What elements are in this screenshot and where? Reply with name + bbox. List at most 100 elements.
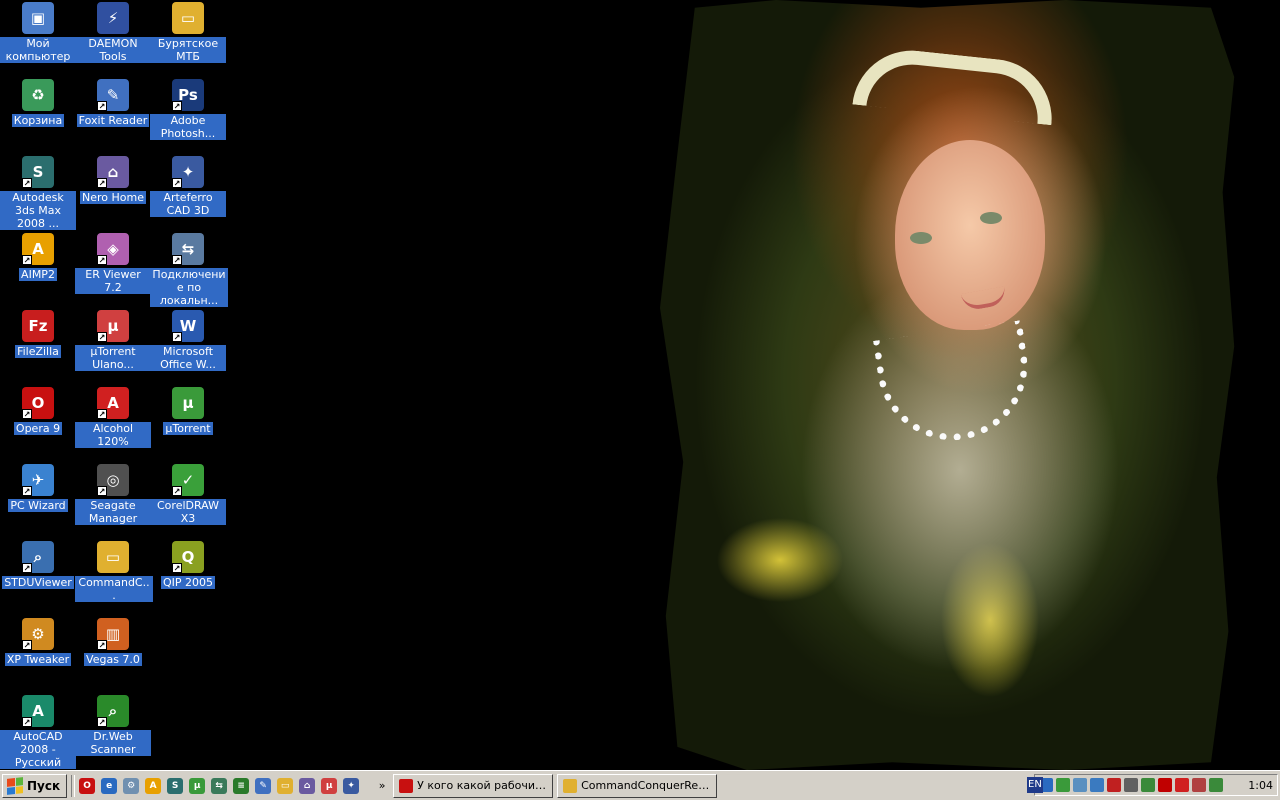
tray-icon[interactable] <box>1090 778 1104 792</box>
wallpaper-eye <box>910 232 932 244</box>
desktop-icon-label: µTorrent <box>163 422 213 435</box>
app-icon: µ ↗ <box>97 310 129 342</box>
app-icon: ⚙ ↗ <box>22 618 54 650</box>
app-icon: ◎ ↗ <box>97 464 129 496</box>
tray-icon[interactable] <box>1124 778 1138 792</box>
taskbar-separator <box>71 774 76 797</box>
app-icon: ▣ <box>22 2 54 34</box>
app-icon: ▭ <box>97 541 129 573</box>
desktop-icon[interactable]: ▥ ↗ Vegas 7.0 <box>75 616 151 666</box>
desktop-icon[interactable]: S ↗ Autodesk 3ds Max 2008 ... <box>0 154 76 230</box>
desktop-icon-label: STDUViewer <box>2 576 74 589</box>
taskbar-window-title: CommandConquerRedAl... <box>581 779 711 792</box>
shortcut-arrow-icon: ↗ <box>172 486 182 496</box>
desktop-icon[interactable]: ◎ ↗ Seagate Manager <box>75 462 151 525</box>
desktop-icon-label: Мой компьютер <box>0 37 76 63</box>
desktop-icon[interactable]: ▣ Мой компьютер <box>0 0 76 63</box>
desktop-icon-label: AIMP2 <box>19 268 57 281</box>
nero-icon[interactable]: ⌂ <box>299 777 316 794</box>
desktop-icon[interactable]: ⌕ ↗ STDUViewer <box>0 539 76 589</box>
arteferro-icon[interactable]: ✦ <box>343 777 360 794</box>
app-icon: ♻ <box>22 79 54 111</box>
quick-launch-bar: Oe ⚙ A Sµ ⇆ ≡ ✎ ▭ ⌂ µ ✦ <box>79 777 360 794</box>
tray-icon[interactable] <box>1056 778 1070 792</box>
desktop-icon-label: ER Viewer 7.2 <box>75 268 151 294</box>
desktop-icon[interactable]: A ↗ AutoCAD 2008 - Русский <box>0 693 76 769</box>
quick-launch-overflow-button[interactable]: » <box>375 779 389 792</box>
gear-icon[interactable]: ⚙ <box>123 777 140 794</box>
desktop-icon-label: XP Tweaker <box>4 653 72 666</box>
shortcut-arrow-icon: ↗ <box>172 255 182 265</box>
desktop-icon-label: Nero Home <box>80 191 146 204</box>
desktop-icon[interactable]: A ↗ Alcohol 120% <box>75 385 151 448</box>
desktop-icon[interactable]: ✈ ↗ PC Wizard <box>0 462 76 512</box>
utorrent-icon[interactable]: µ <box>189 777 206 794</box>
desktop-icon-label: µTorrent Ulano... <box>75 345 151 371</box>
desktop-icon[interactable]: ⌕ ↗ Dr.Web Scanner <box>75 693 151 756</box>
desktop-icon[interactable]: ♻ Корзина <box>0 77 76 127</box>
clock[interactable]: 1:04 <box>1248 779 1273 792</box>
ie-icon[interactable]: e <box>101 777 118 794</box>
app-icon: ⌕ ↗ <box>22 541 54 573</box>
desktop-icon[interactable]: ⇆ ↗ Подключение по локальн... <box>150 231 228 307</box>
desktop-icon[interactable]: ✎ ↗ Foxit Reader <box>75 77 151 127</box>
desktop-icon[interactable]: ⚡ DAEMON Tools <box>75 0 151 63</box>
tray-icon[interactable] <box>1107 778 1121 792</box>
app-icon: ◈ ↗ <box>97 233 129 265</box>
taskbar-window-button[interactable]: CommandConquerRedAl... <box>557 773 718 798</box>
desktop-icon-label: Бурятское МТБ <box>150 37 226 63</box>
language-indicator[interactable]: EN <box>1027 777 1043 793</box>
start-label: Пуск <box>27 778 61 793</box>
taskbar: Пуск Oe ⚙ A Sµ ⇆ ≡ ✎ ▭ ⌂ µ ✦ » У кого какой рабочи… <box>0 770 1280 800</box>
desktop-icon[interactable]: O ↗ Opera 9 <box>0 385 76 435</box>
desktop-icon[interactable]: µ µTorrent <box>150 385 226 435</box>
taskbar-window-button[interactable]: У кого какой рабочий с... <box>393 773 554 798</box>
app-icon: Q ↗ <box>172 541 204 573</box>
desktop-icon[interactable]: ✦ ↗ Arteferro CAD 3D <box>150 154 226 217</box>
start-button[interactable]: Пуск <box>2 773 68 798</box>
tray-icon[interactable] <box>1175 778 1189 792</box>
desktop-icon-label: Seagate Manager <box>75 499 151 525</box>
scanner-icon[interactable]: ≡ <box>233 777 250 794</box>
desktop-icon-label: Подключение по локальн... <box>150 268 228 307</box>
shortcut-arrow-icon: ↗ <box>97 101 107 111</box>
network-icon[interactable]: ⇆ <box>211 777 228 794</box>
wallpaper-eye <box>980 212 1002 224</box>
shortcut-arrow-icon: ↗ <box>22 178 32 188</box>
foxit-icon[interactable]: ✎ <box>255 777 272 794</box>
aimp-icon[interactable]: A <box>145 777 162 794</box>
utorrent-red-icon[interactable]: µ <box>321 777 338 794</box>
app-icon: µ <box>172 387 204 419</box>
app-icon: ⌂ ↗ <box>97 156 129 188</box>
opera-icon[interactable]: O <box>79 777 96 794</box>
shortcut-arrow-icon: ↗ <box>97 640 107 650</box>
tray-icon[interactable] <box>1073 778 1087 792</box>
tray-icon[interactable] <box>1192 778 1206 792</box>
app-icon: ▭ <box>172 2 204 34</box>
desktop-icon[interactable]: µ ↗ µTorrent Ulano... <box>75 308 151 371</box>
tray-icon[interactable] <box>1141 778 1155 792</box>
desktop-icon[interactable]: Ps ↗ Adobe Photosh... <box>150 77 226 140</box>
app-icon: S ↗ <box>22 156 54 188</box>
desktop-icon[interactable]: A ↗ AIMP2 <box>0 231 76 281</box>
desktop-icon[interactable]: W ↗ Microsoft Office W... <box>150 308 226 371</box>
shortcut-arrow-icon: ↗ <box>22 563 32 573</box>
desktop-icon[interactable]: ⌂ ↗ Nero Home <box>75 154 151 204</box>
desktop-icon[interactable]: Q ↗ QIP 2005 <box>150 539 226 589</box>
desktop-icon[interactable]: Fz FileZilla <box>0 308 76 358</box>
desktop-icon[interactable]: ◈ ↗ ER Viewer 7.2 <box>75 231 151 294</box>
tray-icon[interactable] <box>1158 778 1172 792</box>
desktop-icon-label: Autodesk 3ds Max 2008 ... <box>0 191 76 230</box>
desktop-icon[interactable]: ▭ CommandC... <box>75 539 153 602</box>
shortcut-arrow-icon: ↗ <box>22 486 32 496</box>
desktop-icon[interactable]: ⚙ ↗ XP Tweaker <box>0 616 76 666</box>
app-icon: ✓ ↗ <box>172 464 204 496</box>
shortcut-arrow-icon: ↗ <box>22 640 32 650</box>
folder-icon[interactable]: ▭ <box>277 777 294 794</box>
tray-icon[interactable] <box>1209 778 1223 792</box>
desktop-icon[interactable]: ▭ Бурятское МТБ <box>150 0 226 63</box>
desktop-icon[interactable]: ✓ ↗ CorelDRAW X3 <box>150 462 226 525</box>
shortcut-arrow-icon: ↗ <box>172 101 182 111</box>
3dsmax-icon[interactable]: S <box>167 777 184 794</box>
app-icon: ▥ ↗ <box>97 618 129 650</box>
